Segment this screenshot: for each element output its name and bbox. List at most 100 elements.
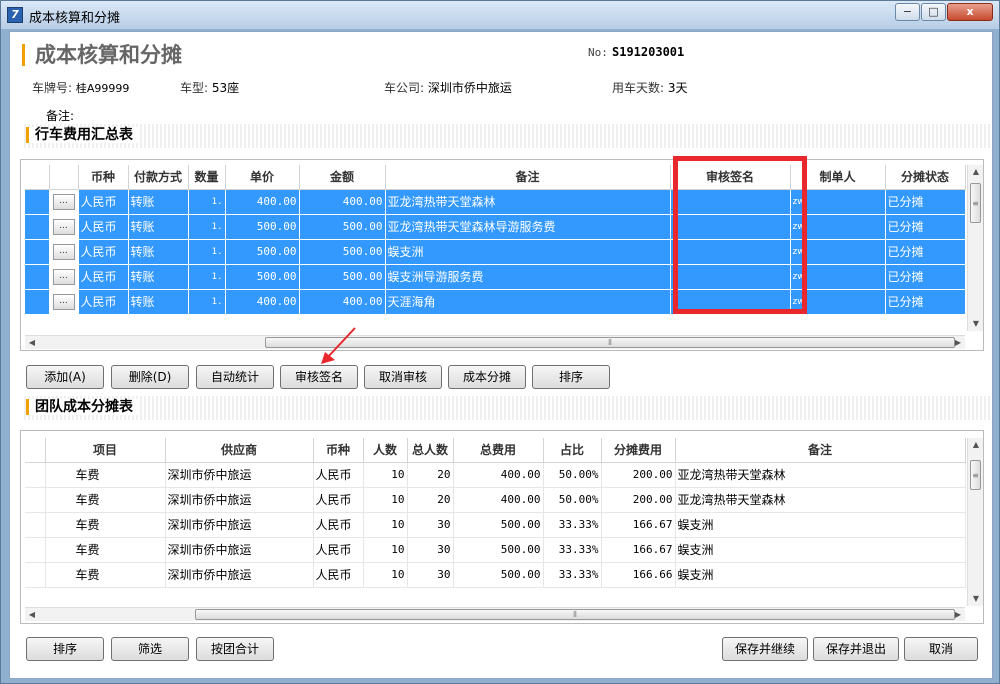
cell-unit-price[interactable]: 500.00 xyxy=(225,264,300,290)
cell-amount[interactable]: 500.00 xyxy=(299,239,386,265)
row-detail-button[interactable]: ... xyxy=(52,243,75,260)
cell-remark[interactable]: 蜈支洲 xyxy=(675,512,966,538)
filter-button[interactable]: 筛选 xyxy=(111,637,189,661)
expense-grid[interactable]: 币种 付款方式 数量 单价 金额 备注 审核签名 制单人 分摊状态 ... 人民… xyxy=(20,159,984,351)
cell-remark[interactable]: 亚龙湾热带天堂森林 xyxy=(675,487,966,513)
cell-supplier[interactable]: 深圳市侨中旅运 xyxy=(165,462,314,488)
cell-share-status[interactable]: 已分摊 xyxy=(885,214,966,240)
cell-ratio[interactable]: 50.00% xyxy=(543,462,602,488)
col-share-cost[interactable]: 分摊费用 xyxy=(601,438,676,463)
table-row[interactable]: 车费 深圳市侨中旅运 人民币 10 30 500.00 33.33% 166.6… xyxy=(25,537,966,563)
cell-share-cost[interactable]: 200.00 xyxy=(601,487,676,513)
cell-pay-method[interactable]: 转账 xyxy=(128,289,189,315)
cell-remark[interactable]: 天涯海角 xyxy=(385,289,671,315)
scroll-left-icon[interactable]: ◀ xyxy=(25,608,39,622)
col-amount[interactable]: 金额 xyxy=(299,165,386,190)
cell-amount[interactable]: 500.00 xyxy=(299,214,386,240)
table-row[interactable]: 车费 深圳市侨中旅运 人民币 10 20 400.00 50.00% 200.0… xyxy=(25,487,966,513)
cell-supplier[interactable]: 深圳市侨中旅运 xyxy=(165,512,314,538)
cell-share-status[interactable]: 已分摊 xyxy=(885,289,966,315)
cell-total-people[interactable]: 30 xyxy=(407,512,454,538)
cell-unit-price[interactable]: 400.00 xyxy=(225,289,300,315)
col-total-people[interactable]: 总人数 xyxy=(407,438,454,463)
col-qty[interactable]: 数量 xyxy=(188,165,226,190)
cost-share-grid[interactable]: 项目 供应商 币种 人数 总人数 总费用 占比 分摊费用 备注 车费 深圳市侨中… xyxy=(20,430,984,624)
share-hscrollbar[interactable]: ◀ ⦀ ▶ xyxy=(25,607,965,621)
cell-pay-method[interactable]: 转账 xyxy=(128,239,189,265)
cell-currency[interactable]: 人民币 xyxy=(78,289,129,315)
cell-total-people[interactable]: 20 xyxy=(407,487,454,513)
expense-hscrollbar[interactable]: ◀ ⦀ ▶ xyxy=(25,335,965,349)
audit-sign-button[interactable]: 审核签名 xyxy=(280,365,358,389)
title-bar[interactable]: 7 成本核算和分摊 − □ x xyxy=(1,1,999,29)
cell-qty[interactable]: 1. xyxy=(188,289,226,315)
cell-unit-price[interactable]: 500.00 xyxy=(225,214,300,240)
cell-currency[interactable]: 人民币 xyxy=(313,512,364,538)
cell-amount[interactable]: 500.00 xyxy=(299,264,386,290)
save-continue-button[interactable]: 保存并继续 xyxy=(722,637,808,661)
cell-share-cost[interactable]: 166.66 xyxy=(601,562,676,588)
scroll-thumb[interactable]: ≡ xyxy=(970,183,981,223)
cell-ratio[interactable]: 50.00% xyxy=(543,487,602,513)
cancel-button[interactable]: 取消 xyxy=(904,637,978,661)
add-button[interactable]: 添加(A) xyxy=(26,365,104,389)
row-detail-button[interactable]: ... xyxy=(52,293,75,310)
row-detail-button[interactable]: ... xyxy=(52,268,75,285)
scroll-down-icon[interactable]: ▼ xyxy=(968,317,983,331)
expense-vscrollbar[interactable]: ▲ ≡ ▼ xyxy=(967,165,983,331)
scroll-left-icon[interactable]: ◀ xyxy=(25,336,39,350)
table-row[interactable]: 车费 深圳市侨中旅运 人民币 10 20 400.00 50.00% 200.0… xyxy=(25,462,966,488)
table-row[interactable]: 车费 深圳市侨中旅运 人民币 10 30 500.00 33.33% 166.6… xyxy=(25,512,966,538)
cell-item[interactable]: 车费 xyxy=(45,512,166,538)
scroll-thumb[interactable]: ≡ xyxy=(970,460,981,490)
cost-share-button[interactable]: 成本分摊 xyxy=(448,365,526,389)
cell-qty[interactable]: 1. xyxy=(188,189,226,215)
cell-total-people[interactable]: 30 xyxy=(407,562,454,588)
cell-currency[interactable]: 人民币 xyxy=(313,562,364,588)
col-currency[interactable]: 币种 xyxy=(313,438,364,463)
cell-currency[interactable]: 人民币 xyxy=(313,462,364,488)
cell-remark[interactable]: 蜈支洲 xyxy=(675,537,966,563)
cell-remark[interactable]: 蜈支洲 xyxy=(675,562,966,588)
cell-share-cost[interactable]: 166.67 xyxy=(601,537,676,563)
col-share-status[interactable]: 分摊状态 xyxy=(885,165,966,190)
col-item[interactable]: 项目 xyxy=(45,438,166,463)
table-row[interactable]: ... 人民币 转账 1. 500.00 500.00 亚龙湾热带天堂森林导游服… xyxy=(25,214,966,240)
cell-remark[interactable]: 亚龙湾热带天堂森林导游服务费 xyxy=(385,214,671,240)
table-row[interactable]: ... 人民币 转账 1. 400.00 400.00 天涯海角 zw 已分摊 xyxy=(25,289,966,315)
cell-amount[interactable]: 400.00 xyxy=(299,189,386,215)
cell-item[interactable]: 车费 xyxy=(45,537,166,563)
scroll-right-icon[interactable]: ▶ xyxy=(951,336,965,350)
cell-people[interactable]: 10 xyxy=(363,462,408,488)
cell-share-cost[interactable]: 200.00 xyxy=(601,462,676,488)
group-total-button[interactable]: 按团合计 xyxy=(196,637,274,661)
cell-currency[interactable]: 人民币 xyxy=(78,189,129,215)
col-supplier[interactable]: 供应商 xyxy=(165,438,314,463)
cell-currency[interactable]: 人民币 xyxy=(78,239,129,265)
scroll-down-icon[interactable]: ▼ xyxy=(968,592,983,606)
table-row[interactable]: ... 人民币 转账 1. 500.00 500.00 蜈支洲 zw 已分摊 xyxy=(25,239,966,265)
cell-share-status[interactable]: 已分摊 xyxy=(885,239,966,265)
cell-total-cost[interactable]: 500.00 xyxy=(453,562,544,588)
cell-currency[interactable]: 人民币 xyxy=(313,537,364,563)
cell-total-cost[interactable]: 400.00 xyxy=(453,462,544,488)
cell-unit-price[interactable]: 400.00 xyxy=(225,189,300,215)
row-detail-button[interactable]: ... xyxy=(52,193,75,210)
cell-share-status[interactable]: 已分摊 xyxy=(885,189,966,215)
cell-pay-method[interactable]: 转账 xyxy=(128,264,189,290)
close-button[interactable]: x xyxy=(947,3,993,21)
cell-remark[interactable]: 亚龙湾热带天堂森林 xyxy=(675,462,966,488)
table-row[interactable]: 车费 深圳市侨中旅运 人民币 10 30 500.00 33.33% 166.6… xyxy=(25,562,966,588)
sort-button[interactable]: 排序 xyxy=(532,365,610,389)
cell-people[interactable]: 10 xyxy=(363,562,408,588)
col-remark[interactable]: 备注 xyxy=(675,438,966,463)
restore-button[interactable]: □ xyxy=(921,3,946,21)
cell-people[interactable]: 10 xyxy=(363,537,408,563)
cell-total-people[interactable]: 20 xyxy=(407,462,454,488)
cell-currency[interactable]: 人民币 xyxy=(78,264,129,290)
auto-stat-button[interactable]: 自动统计 xyxy=(196,365,274,389)
row-detail-button[interactable]: ... xyxy=(52,218,75,235)
table-row[interactable]: ... 人民币 转账 1. 400.00 400.00 亚龙湾热带天堂森林 zw… xyxy=(25,189,966,215)
col-people[interactable]: 人数 xyxy=(363,438,408,463)
table-row[interactable]: ... 人民币 转账 1. 500.00 500.00 蜈支洲导游服务费 zw … xyxy=(25,264,966,290)
